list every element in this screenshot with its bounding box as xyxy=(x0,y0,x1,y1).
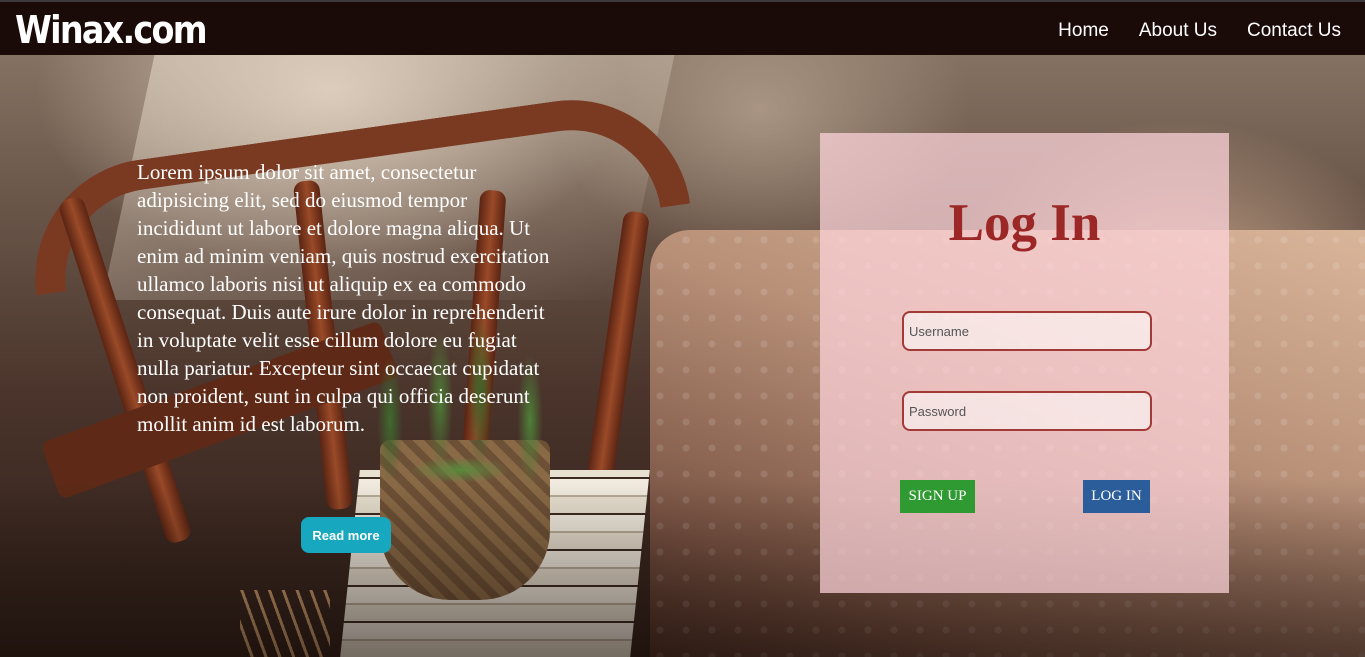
password-input[interactable] xyxy=(902,391,1152,431)
nav-link-home[interactable]: Home xyxy=(1058,20,1109,42)
top-navbar: Winax.com Home About Us Contact Us xyxy=(0,0,1365,55)
read-more-button[interactable]: Read more xyxy=(301,517,391,553)
nav-link-contact-us[interactable]: Contact Us xyxy=(1247,20,1341,42)
nav-links: Home About Us Contact Us xyxy=(1058,20,1341,42)
username-input[interactable] xyxy=(902,311,1152,351)
login-panel: Log In SIGN UP LOG IN xyxy=(820,133,1229,593)
brand-logo[interactable]: Winax.com xyxy=(15,8,208,52)
nav-link-about-us[interactable]: About Us xyxy=(1139,20,1217,42)
log-in-button[interactable]: LOG IN xyxy=(1083,480,1150,513)
login-title: Log In xyxy=(948,194,1101,252)
intro-paragraph: Lorem ipsum dolor sit amet, consectetur … xyxy=(137,160,550,436)
sign-up-button[interactable]: SIGN UP xyxy=(900,480,975,513)
